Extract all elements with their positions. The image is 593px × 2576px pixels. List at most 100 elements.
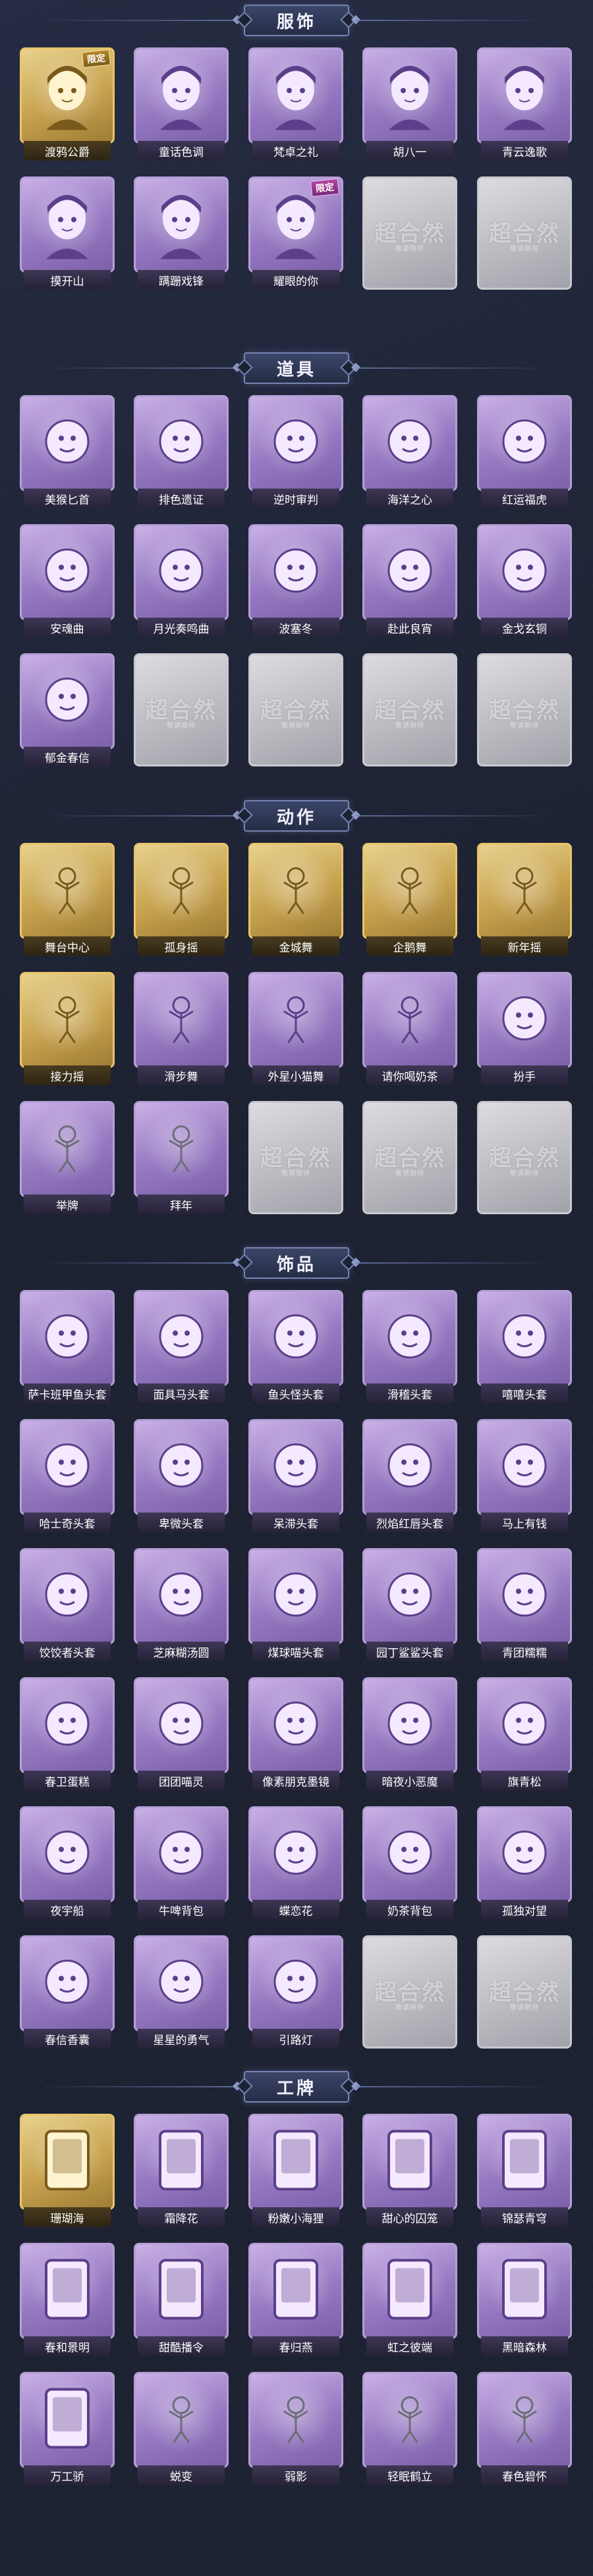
item-card[interactable]: 扮手 [477,972,572,1085]
item-card[interactable]: 春归燕 [248,2243,343,2356]
item-card[interactable]: 滑稽头套 [362,1290,457,1403]
item-card[interactable]: 赴此良宵 [362,524,457,637]
item-card[interactable]: 金戈玄铜 [477,524,572,637]
item-card[interactable]: 奶茶背包 [362,1806,457,1919]
item-card[interactable]: 呆滞头套 [248,1419,343,1532]
empty-item-slot: 超合然 敬请期待 [362,1935,457,2049]
item-card[interactable]: 举牌 [20,1101,115,1214]
item-card[interactable]: 马上有钱 [477,1419,572,1532]
item-card[interactable]: 限定 耀眼的你 [248,176,343,290]
item-card[interactable]: 旗青松 [477,1677,572,1790]
character-portrait-icon [34,187,100,263]
item-card[interactable]: 锦瑟青穹 [477,2114,572,2227]
item-card[interactable]: 童话色调 [134,47,229,161]
item-card[interactable]: 弱影 [248,2372,343,2485]
item-card[interactable]: 梵卓之礼 [248,47,343,161]
item-card[interactable]: 金城舞 [248,843,343,956]
item-card[interactable]: 胡八一 [362,47,457,161]
item-card[interactable]: 排色遗证 [134,395,229,508]
item-card[interactable]: 烈焰红唇头套 [362,1419,457,1532]
item-label: 饺饺者头套 [24,1642,111,1661]
item-card[interactable]: 牛啤背包 [134,1806,229,1919]
item-frame: 超合然 敬请期待 [477,1935,572,2049]
item-card[interactable]: 孤身摇 [134,843,229,956]
item-card[interactable]: 红运福虎 [477,395,572,508]
item-card[interactable]: 轻眠鹤立 [362,2372,457,2485]
item-card[interactable]: 企鹅舞 [362,843,457,956]
item-card[interactable]: 新年摇 [477,843,572,956]
item-card[interactable]: 面具马头套 [134,1290,229,1403]
item-label: 呆滞头套 [252,1513,339,1532]
item-card[interactable]: 波塞冬 [248,524,343,637]
item-card[interactable]: 青团糯糯 [477,1548,572,1661]
dagger-icon [38,412,97,475]
item-card[interactable]: 引路灯 [248,1935,343,2049]
item-card[interactable]: 芝麻糊汤圆 [134,1548,229,1661]
item-card[interactable]: 郁金春信 [20,653,115,766]
pose-figure-icon [273,992,319,1048]
item-card[interactable]: 卑微头套 [134,1419,229,1532]
item-frame [477,843,572,939]
divider [356,815,553,817]
item-card[interactable]: 蜕变 [134,2372,229,2485]
section-title-plate: 饰品 [244,1247,349,1279]
silhouette-icon [387,2392,433,2448]
item-card[interactable]: 春和景明 [20,2243,115,2356]
item-label: 金戈玄铜 [481,618,568,637]
placeholder-subtitle: 敬请期待 [395,2004,424,2012]
item-card[interactable]: 哈士奇头套 [20,1419,115,1532]
item-card[interactable]: 滑步舞 [134,972,229,1085]
item-card[interactable]: 黑暗森林 [477,2243,572,2356]
item-card[interactable]: 拜年 [134,1101,229,1214]
item-card[interactable]: 甜心的囚笼 [362,2114,457,2227]
item-label: 青云逸歌 [481,141,568,161]
item-card[interactable]: 接力摇 [20,972,115,1085]
item-card[interactable]: 甜酷播令 [134,2243,229,2356]
milk-tea-backpack-icon [380,1823,439,1886]
item-label: 万工骄 [24,2465,111,2485]
item-card[interactable]: 蹒跚戏锋 [134,176,229,290]
item-card[interactable]: 逆时审判 [248,395,343,508]
item-card[interactable]: 春卫蛋糕 [20,1677,115,1790]
placeholder-subtitle: 敬请期待 [395,722,424,730]
item-card[interactable]: 安魂曲 [20,524,115,637]
item-card[interactable]: 萨卡班甲鱼头套 [20,1290,115,1403]
item-card[interactable]: 煤球喵头套 [248,1548,343,1661]
item-card[interactable]: 暗夜小恶魔 [362,1677,457,1790]
item-frame [134,1101,229,1197]
item-card[interactable]: 粉嫩小海狸 [248,2114,343,2227]
item-card[interactable]: 青云逸歌 [477,47,572,161]
item-card[interactable]: 珊瑚海 [20,2114,115,2227]
item-card[interactable]: 摸开山 [20,176,115,290]
humble-face-icon [152,1436,211,1499]
item-card[interactable]: 孤独对望 [477,1806,572,1919]
item-card[interactable]: 园丁鲨鲨头套 [362,1548,457,1661]
item-card[interactable]: 月光奏鸣曲 [134,524,229,637]
item-card[interactable]: 夜宇船 [20,1806,115,1919]
item-card[interactable]: 春色碧怀 [477,2372,572,2485]
item-card[interactable]: 万工骄 [20,2372,115,2485]
item-card[interactable]: 美猴匕首 [20,395,115,508]
item-card[interactable]: 嘻嘻头套 [477,1290,572,1403]
item-label: 红运福虎 [481,489,568,508]
item-card[interactable]: 限定 渡鸦公爵 [20,47,115,161]
item-frame [477,2243,572,2339]
item-card[interactable]: 饺饺者头套 [20,1548,115,1661]
item-card[interactable]: 鱼头怪头套 [248,1290,343,1403]
item-card[interactable]: 霜降花 [134,2114,229,2227]
item-card[interactable]: 虹之彼端 [362,2243,457,2356]
item-card[interactable]: 蝶恋花 [248,1806,343,1919]
item-card[interactable]: 星星的勇气 [134,1935,229,2049]
item-card[interactable]: 海洋之心 [362,395,457,508]
bronze-vessel-icon [495,541,554,604]
item-card[interactable]: 像素朋克墨镜 [248,1677,343,1790]
item-label: 虹之彼端 [366,2336,453,2356]
item-card[interactable]: 春信香囊 [20,1935,115,2049]
item-card[interactable]: 舞台中心 [20,843,115,956]
item-label: 卑微头套 [138,1513,225,1532]
pose-figure-icon [158,1121,204,1177]
item-card[interactable]: 团团喵灵 [134,1677,229,1790]
item-card[interactable]: 请你喝奶茶 [362,972,457,1085]
item-card[interactable]: 外星小猫舞 [248,972,343,1085]
item-label: 童话色调 [138,141,225,161]
